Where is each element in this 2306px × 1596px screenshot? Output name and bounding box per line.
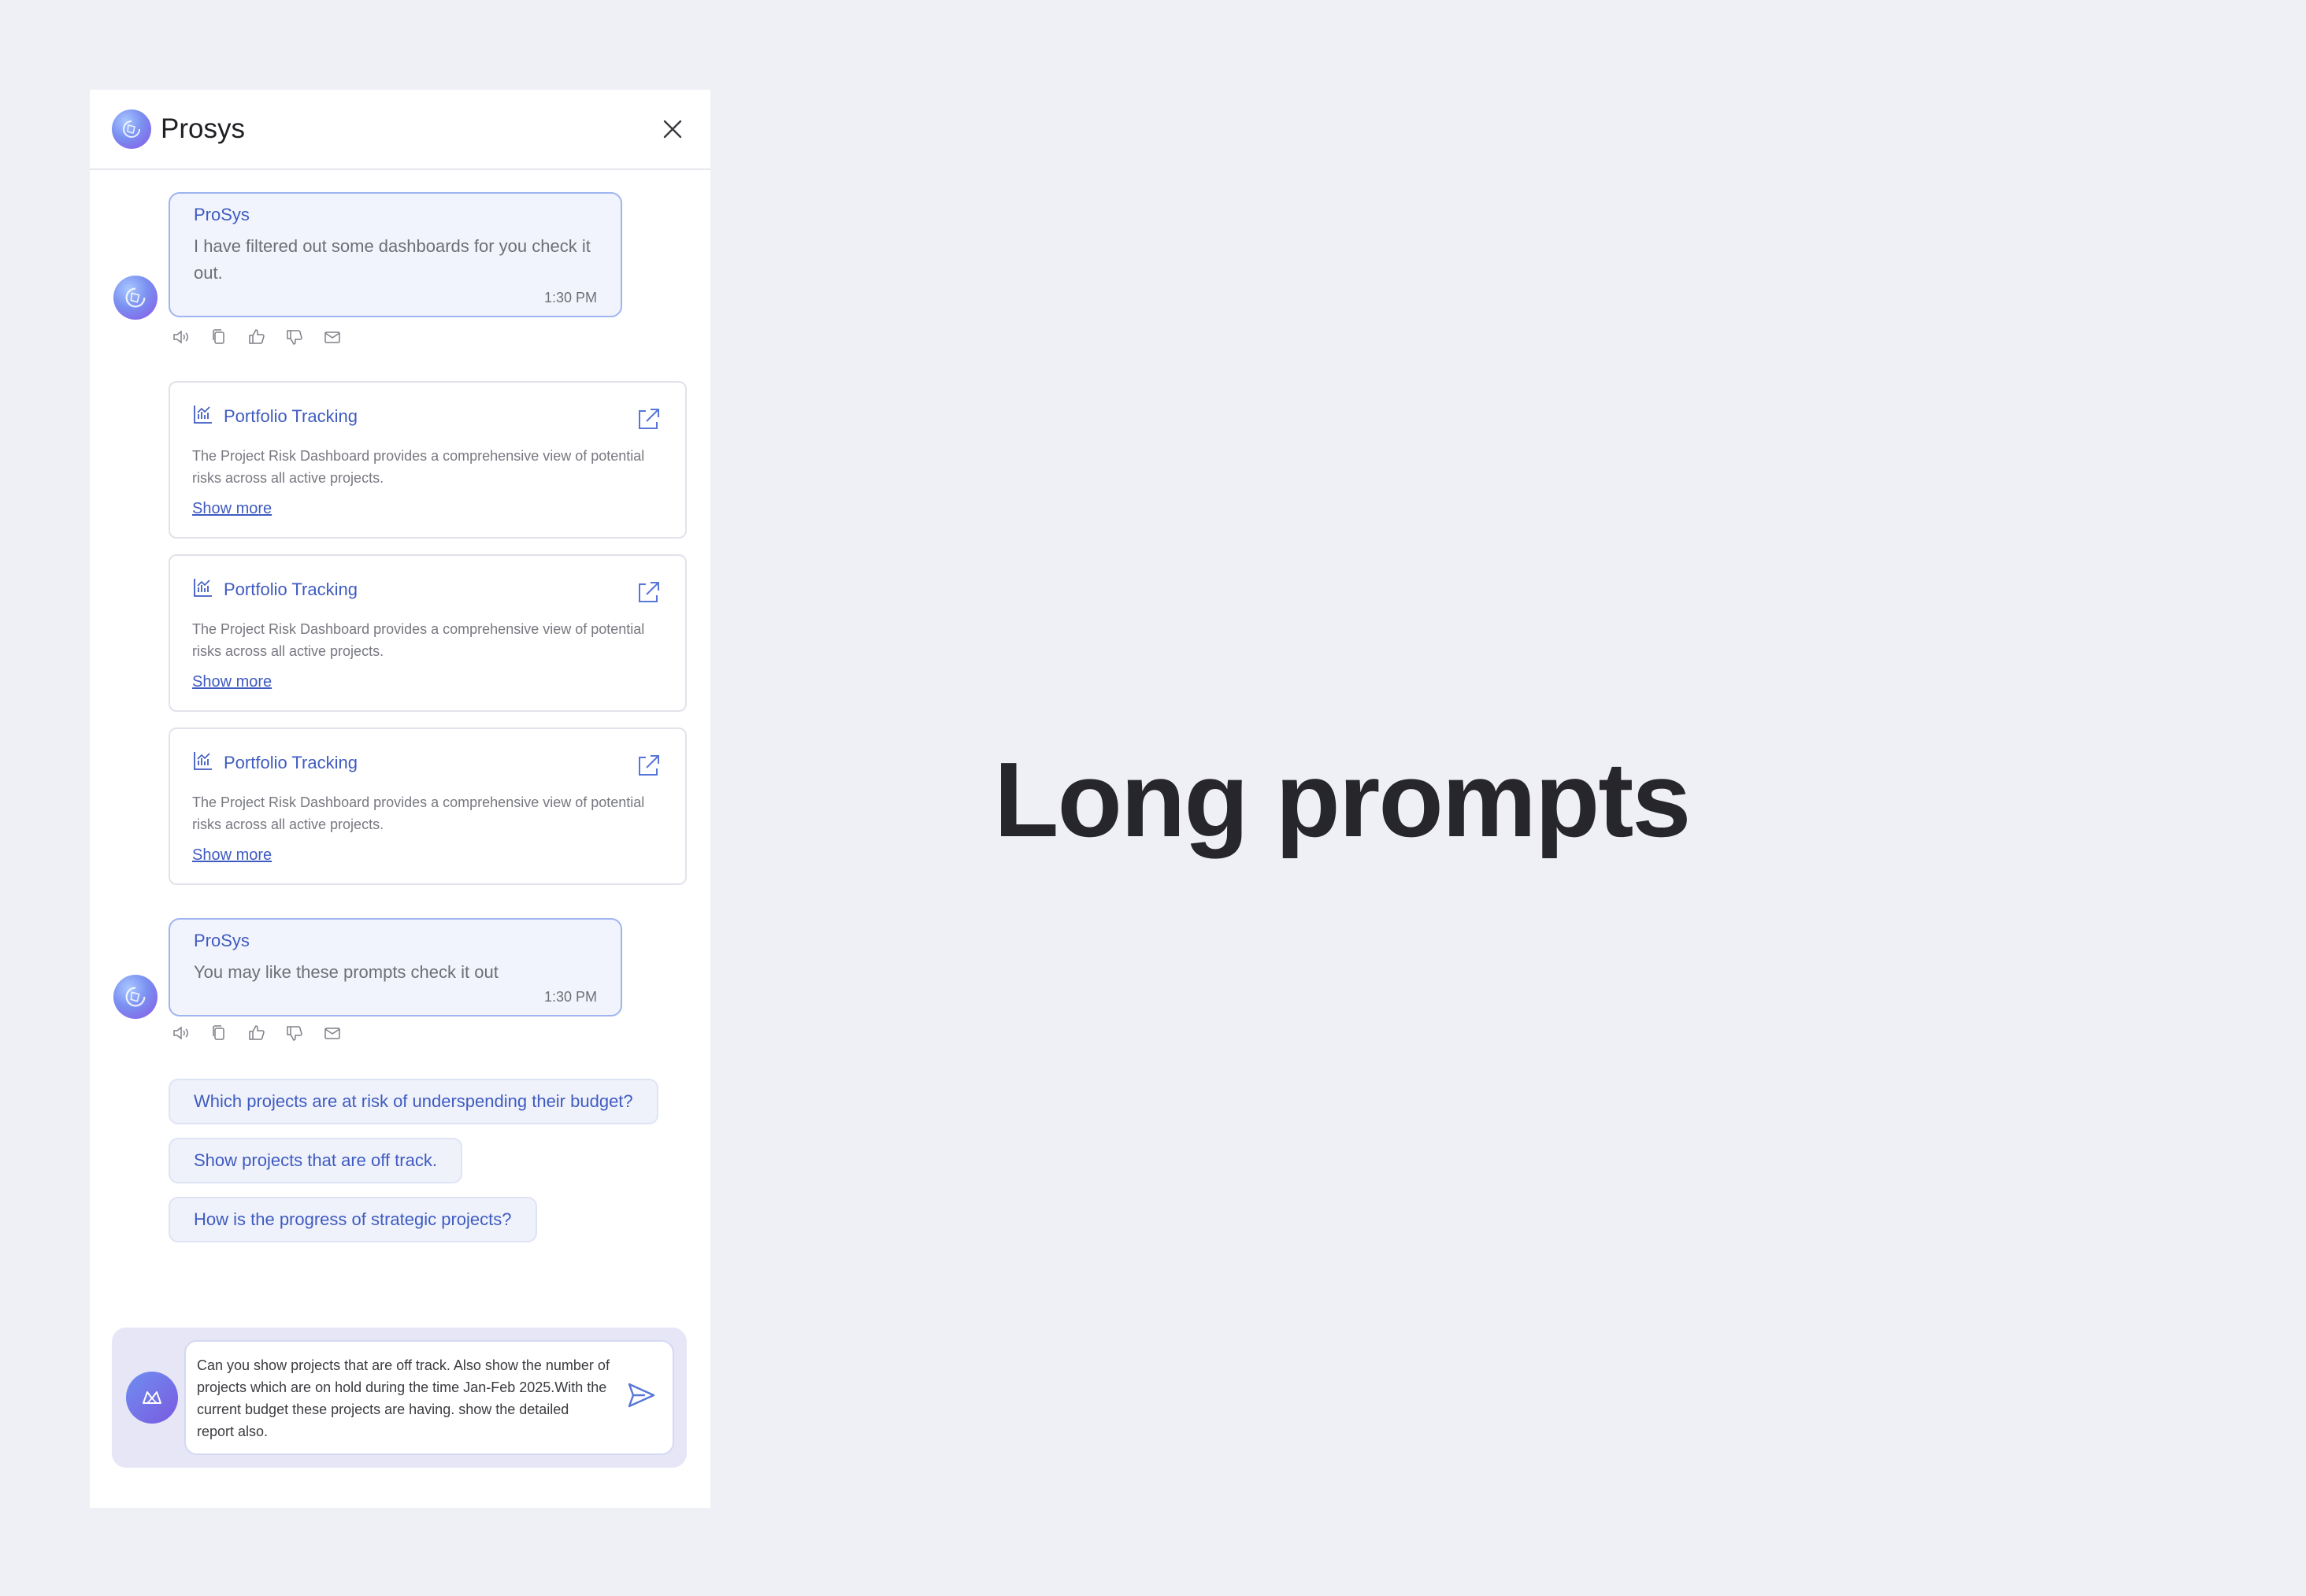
message-actions <box>172 1024 343 1044</box>
send-button[interactable] <box>625 1379 660 1414</box>
suggestion-chip[interactable]: Show projects that are off track. <box>169 1138 462 1183</box>
chart-icon <box>192 403 214 429</box>
show-more-link[interactable]: Show more <box>192 673 272 691</box>
prosys-logo-icon <box>112 109 151 149</box>
dashboard-card: Portfolio Tracking The Project Risk Dash… <box>169 728 687 885</box>
brand: Prosys <box>112 109 245 149</box>
show-more-link[interactable]: Show more <box>192 500 272 518</box>
dashboard-title[interactable]: Portfolio Tracking <box>224 406 358 427</box>
external-link-icon[interactable] <box>635 753 663 781</box>
close-icon <box>663 120 682 139</box>
message-bubble: ProSys You may like these prompts check … <box>169 918 622 1016</box>
prompt-input[interactable]: Can you show projects that are off track… <box>184 1340 674 1455</box>
message-time: 1:30 PM <box>543 290 597 305</box>
message-text: You may like these prompts check it out <box>194 962 499 982</box>
speaker-icon[interactable] <box>172 1024 192 1044</box>
chart-icon <box>192 750 214 776</box>
external-link-icon[interactable] <box>635 580 663 608</box>
dashboard-card: Portfolio Tracking The Project Risk Dash… <box>169 554 687 712</box>
speaker-icon[interactable] <box>172 328 192 348</box>
message-time: 1:30 PM <box>543 989 597 1005</box>
brand-name: Prosys <box>161 113 245 144</box>
mail-icon[interactable] <box>323 1024 343 1044</box>
chat-header: Prosys <box>90 90 710 170</box>
bot-icon <box>126 1372 178 1424</box>
message-text: I have filtered out some dashboards for … <box>194 236 591 283</box>
dashboard-title[interactable]: Portfolio Tracking <box>224 753 358 773</box>
thumbs-up-icon[interactable] <box>247 328 268 348</box>
copy-icon[interactable] <box>209 1024 230 1044</box>
composer: Can you show projects that are off track… <box>112 1328 687 1468</box>
thumbs-down-icon[interactable] <box>285 1024 306 1044</box>
dashboard-description: The Project Risk Dashboard provides a co… <box>192 448 645 486</box>
message-sender: ProSys <box>194 205 250 224</box>
dashboard-title[interactable]: Portfolio Tracking <box>224 580 358 600</box>
message-actions <box>172 328 343 348</box>
thumbs-down-icon[interactable] <box>285 328 306 348</box>
dashboard-description: The Project Risk Dashboard provides a co… <box>192 794 645 832</box>
close-button[interactable] <box>657 113 688 145</box>
mail-icon[interactable] <box>323 328 343 348</box>
bot-avatar <box>113 975 158 1019</box>
suggestion-chip[interactable]: Which projects are at risk of underspend… <box>169 1079 658 1124</box>
external-link-icon[interactable] <box>635 406 663 435</box>
message-sender: ProSys <box>194 931 250 950</box>
send-icon <box>628 1383 655 1408</box>
suggestion-chip[interactable]: How is the progress of strategic project… <box>169 1197 537 1242</box>
copy-icon[interactable] <box>209 328 230 348</box>
dashboard-card: Portfolio Tracking The Project Risk Dash… <box>169 381 687 539</box>
hero-title: Long prompts <box>994 740 1691 859</box>
message-bubble: ProSys I have filtered out some dashboar… <box>169 192 622 317</box>
dashboard-description: The Project Risk Dashboard provides a co… <box>192 621 645 659</box>
bot-avatar <box>113 276 158 320</box>
thumbs-up-icon[interactable] <box>247 1024 268 1044</box>
show-more-link[interactable]: Show more <box>192 846 272 865</box>
chart-icon <box>192 576 214 602</box>
chat-panel: Prosys ProSys I have filtered out some d… <box>90 90 710 1508</box>
